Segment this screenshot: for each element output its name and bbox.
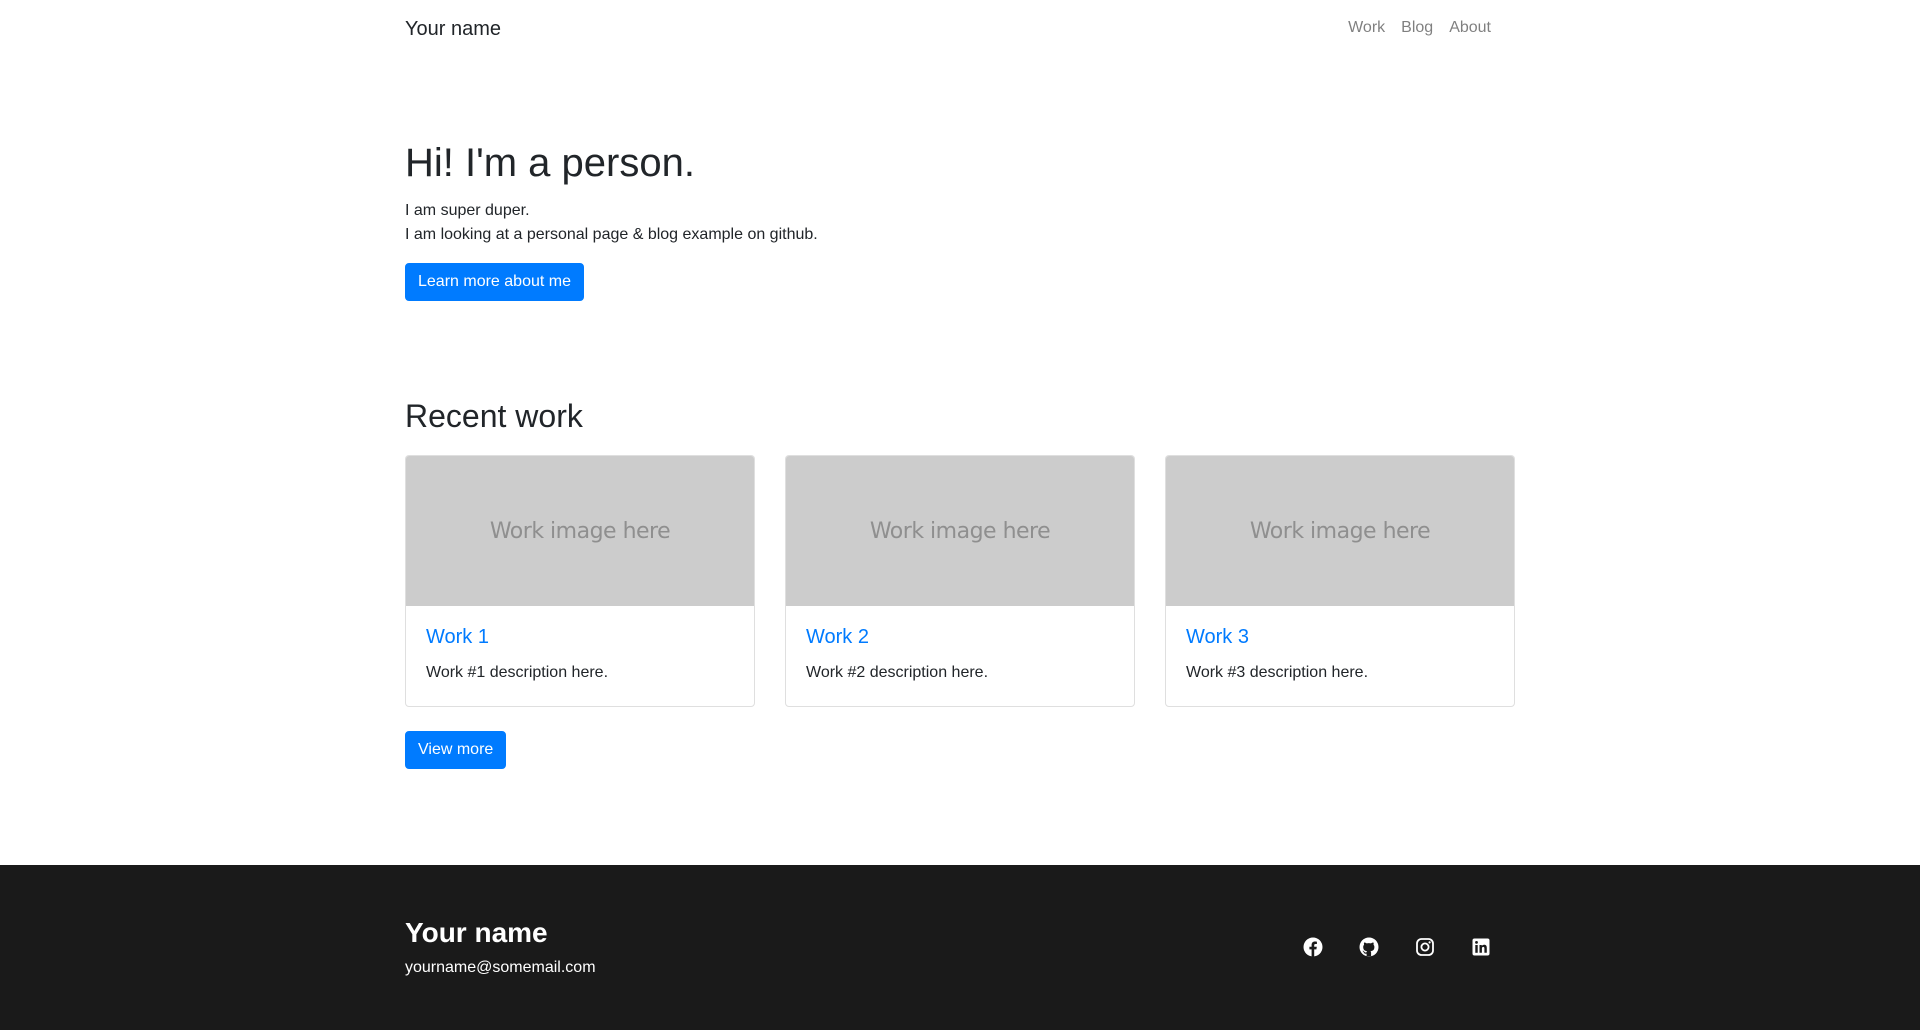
work-cards: Work image here Work 1 Work #1 descripti… <box>405 455 1515 708</box>
nav-links: Work Blog About <box>1348 19 1491 37</box>
footer-name: Your name <box>405 917 548 948</box>
github-icon[interactable] <box>1359 937 1379 957</box>
navbar: Your name Work Blog About <box>405 0 1515 57</box>
brand-link[interactable]: Your name <box>405 18 501 41</box>
work-card-2: Work image here Work 2 Work #2 descripti… <box>785 455 1135 708</box>
work-image-placeholder: Work image here <box>1166 456 1514 607</box>
work-card-title-link[interactable]: Work 2 <box>806 626 1114 649</box>
card-body: Work 1 Work #1 description here. <box>406 606 754 706</box>
work-card-3: Work image here Work 3 Work #3 descripti… <box>1165 455 1515 708</box>
work-image-placeholder: Work image here <box>786 456 1134 607</box>
recent-work-section: Recent work Work image here Work 1 Work … <box>405 301 1515 770</box>
work-card-description: Work #3 description here. <box>1186 664 1369 682</box>
work-card-title-link[interactable]: Work 1 <box>426 626 734 649</box>
card-body: Work 2 Work #2 description here. <box>786 606 1134 706</box>
hero-title: Hi! I'm a person. <box>405 141 695 185</box>
instagram-icon[interactable] <box>1415 937 1435 957</box>
nav-link-blog[interactable]: Blog <box>1401 19 1433 37</box>
footer: Your name yourname@somemail.com <box>0 865 1920 1030</box>
card-body: Work 3 Work #3 description here. <box>1166 606 1514 706</box>
work-card-description: Work #1 description here. <box>426 664 609 682</box>
recent-work-title: Recent work <box>405 398 583 434</box>
hero-section: Hi! I'm a person. I am super duper. I am… <box>405 57 1515 301</box>
work-card-title-link[interactable]: Work 3 <box>1186 626 1494 649</box>
work-image-placeholder: Work image here <box>406 456 754 607</box>
facebook-icon[interactable] <box>1303 937 1323 957</box>
nav-link-work[interactable]: Work <box>1348 19 1385 37</box>
hero-line-2: I am looking at a personal page & blog e… <box>405 226 818 243</box>
work-card-description: Work #2 description here. <box>806 664 989 682</box>
learn-more-button[interactable]: Learn more about me <box>405 263 584 301</box>
page-container: Your name Work Blog About Hi! I'm a pers… <box>405 0 1515 770</box>
footer-inner: Your name yourname@somemail.com <box>405 865 1515 1030</box>
view-more-button[interactable]: View more <box>405 731 507 770</box>
nav-link-about[interactable]: About <box>1449 19 1491 37</box>
footer-email: yourname@somemail.com <box>405 959 596 976</box>
linkedin-icon[interactable] <box>1471 937 1491 957</box>
social-links <box>1303 937 1491 957</box>
hero-line-1: I am super duper. <box>405 202 530 219</box>
work-card-1: Work image here Work 1 Work #1 descripti… <box>405 455 755 708</box>
